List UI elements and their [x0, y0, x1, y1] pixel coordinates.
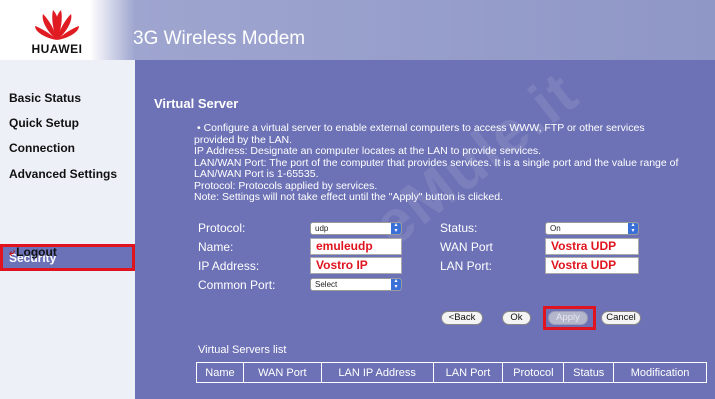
- huawei-logo: HUAWEI: [22, 6, 92, 56]
- description-line: LAN/WAN Port is 1-65535.: [194, 168, 319, 180]
- lan-port-label: LAN Port:: [440, 259, 493, 273]
- common-port-label: Common Port:: [198, 278, 276, 292]
- header: HUAWEI 3G Wireless Modem: [0, 0, 715, 60]
- name-label: Name:: [198, 240, 234, 254]
- sidebar-item-quick-setup[interactable]: Quick Setup: [9, 116, 79, 130]
- status-select[interactable]: On ▴ ▾: [545, 222, 639, 235]
- common-port-select[interactable]: Select ▴ ▾: [310, 278, 402, 291]
- back-button[interactable]: <Back: [441, 311, 483, 325]
- main-content: eMule.it Virtual Server • Configure a vi…: [135, 58, 715, 399]
- column-header-protocol: Protocol: [502, 362, 565, 383]
- cancel-button[interactable]: Cancel: [601, 311, 641, 325]
- protocol-label: Protocol:: [198, 221, 246, 235]
- name-input[interactable]: emuleudp: [310, 238, 402, 255]
- column-header-status: Status: [563, 362, 615, 383]
- sidebar-item-connection[interactable]: Connection: [9, 141, 75, 155]
- logout-label: Logout: [16, 245, 57, 259]
- status-label: Status:: [440, 221, 478, 235]
- common-port-select-value: Select: [315, 280, 338, 289]
- logout-link[interactable]: ⤶Logout: [9, 245, 57, 260]
- sidebar-item-advanced-settings[interactable]: Advanced Settings: [9, 167, 117, 181]
- protocol-select-value: udp: [315, 224, 329, 233]
- status-select-value: On: [550, 224, 561, 233]
- table-header-row: Name WAN Port LAN IP Address LAN Port Pr…: [196, 362, 707, 383]
- lan-port-input[interactable]: Vostra UDP: [545, 257, 639, 274]
- description: • Configure a virtual server to enable e…: [194, 122, 687, 204]
- logout-arrow-icon: ⤶: [9, 247, 16, 259]
- ip-address-input[interactable]: Vostro IP: [310, 257, 402, 274]
- virtual-servers-list-title: Virtual Servers list: [198, 344, 287, 356]
- protocol-select[interactable]: udp ▴ ▾: [310, 222, 402, 235]
- apply-button[interactable]: Apply: [548, 311, 588, 325]
- sidebar-item-basic-status[interactable]: Basic Status: [9, 91, 81, 105]
- page-title: Virtual Server: [154, 96, 239, 111]
- app-title: 3G Wireless Modem: [133, 28, 306, 49]
- column-header-wan-port: WAN Port: [242, 362, 322, 383]
- virtual-servers-table: Name WAN Port LAN IP Address LAN Port Pr…: [196, 362, 707, 383]
- column-header-modification: Modification: [613, 362, 707, 383]
- column-header-name: Name: [196, 362, 244, 383]
- wan-port-label: WAN Port: [440, 240, 493, 254]
- sidebar: Basic Status Quick Setup Connection Adva…: [0, 60, 135, 399]
- select-arrows-icon: ▴ ▾: [391, 278, 401, 290]
- brand-name: HUAWEI: [31, 42, 83, 56]
- huawei-flower-icon: [35, 10, 79, 40]
- ok-button[interactable]: Ok: [502, 311, 531, 325]
- description-line: • Configure a virtual server to enable e…: [197, 122, 645, 134]
- select-arrows-icon: ▴ ▾: [628, 222, 638, 234]
- column-header-lan-port: LAN Port: [432, 362, 504, 383]
- column-header-lan-ip-address: LAN IP Address: [320, 362, 434, 383]
- description-line: IP Address: Designate an computer locate…: [194, 145, 542, 157]
- description-line: Note: Settings will not take effect unti…: [194, 191, 504, 203]
- ip-address-label: IP Address:: [198, 259, 260, 273]
- wan-port-input[interactable]: Vostra UDP: [545, 238, 639, 255]
- select-arrows-icon: ▴ ▾: [391, 222, 401, 234]
